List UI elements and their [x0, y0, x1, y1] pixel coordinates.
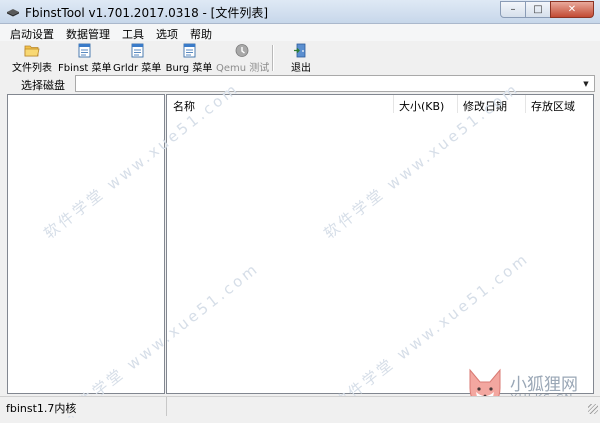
minimize-icon: – — [510, 4, 516, 15]
status-text: fbinst1.7内核 — [6, 402, 77, 415]
fbinst-menu-button[interactable]: Fbinst 菜单 — [58, 43, 112, 74]
menu-tools[interactable]: 工具 — [116, 24, 150, 41]
window-controls: – □ ✕ — [500, 1, 594, 19]
file-list-button[interactable]: 文件列表 — [9, 43, 55, 74]
menu-doc-icon — [131, 43, 144, 58]
close-icon: ✕ — [567, 4, 577, 15]
column-divider[interactable] — [525, 95, 526, 113]
file-list-header: 名称 大小(KB) 修改日期 存放区域 — [167, 95, 593, 113]
status-bar: fbinst1.7内核 — [0, 396, 600, 416]
menu-doc-icon — [78, 43, 91, 58]
minimize-button[interactable]: – — [500, 1, 526, 18]
app-window: FbinstTool v1.701.2017.0318 - [文件列表] – □… — [0, 0, 600, 423]
file-list-label: 文件列表 — [12, 63, 52, 74]
qemu-test-label: Qemu 测试 — [216, 63, 270, 74]
menu-help[interactable]: 帮助 — [184, 24, 218, 41]
column-header-modified[interactable]: 修改日期 — [463, 98, 507, 114]
menu-boot-settings[interactable]: 启动设置 — [0, 24, 60, 41]
toolbar: 文件列表 Fbinst 菜单 Grldr 菜单 Burg 菜单 Qemu 测试 … — [0, 41, 600, 75]
burg-menu-button[interactable]: Burg 菜单 — [165, 43, 213, 74]
maximize-button[interactable]: □ — [525, 1, 551, 18]
column-divider[interactable] — [457, 95, 458, 113]
fbinst-menu-label: Fbinst 菜单 — [58, 63, 112, 74]
column-header-size[interactable]: 大小(KB) — [399, 98, 444, 114]
title-bar[interactable]: FbinstTool v1.701.2017.0318 - [文件列表] – □… — [0, 0, 600, 24]
menu-bar: 启动设置 数据管理 工具 选项 帮助 — [0, 24, 600, 41]
grldr-menu-label: Grldr 菜单 — [113, 63, 162, 74]
qemu-test-button[interactable]: Qemu 测试 — [216, 43, 270, 74]
burg-menu-label: Burg 菜单 — [165, 63, 213, 74]
menu-options[interactable]: 选项 — [150, 24, 184, 41]
resize-grip-icon[interactable] — [588, 404, 598, 414]
menu-data-management[interactable]: 数据管理 — [60, 24, 116, 41]
window-title: FbinstTool v1.701.2017.0318 - [文件列表] — [25, 6, 269, 20]
disk-tree-pane[interactable] — [7, 94, 165, 394]
exit-button[interactable]: 退出 — [286, 43, 316, 74]
column-header-name[interactable]: 名称 — [173, 98, 195, 114]
column-header-storage-area[interactable]: 存放区域 — [531, 98, 575, 114]
maximize-icon: □ — [533, 4, 543, 15]
toolbar-separator — [272, 45, 274, 71]
folder-icon — [24, 45, 40, 57]
qemu-icon — [235, 44, 249, 57]
disk-select[interactable]: ▼ — [75, 75, 595, 92]
app-icon — [7, 9, 19, 17]
grldr-menu-button[interactable]: Grldr 菜单 — [113, 43, 162, 74]
exit-label: 退出 — [291, 63, 311, 74]
exit-door-icon — [294, 43, 306, 58]
file-list-pane[interactable]: 名称 大小(KB) 修改日期 存放区域 — [166, 94, 594, 394]
disk-selector-row: 选择磁盘 ▼ — [0, 75, 600, 94]
column-divider[interactable] — [393, 95, 394, 113]
disk-label: 选择磁盘 — [21, 79, 65, 92]
chevron-down-icon[interactable]: ▼ — [578, 76, 594, 91]
close-button[interactable]: ✕ — [550, 1, 594, 18]
status-panel: fbinst1.7内核 — [0, 397, 167, 416]
menu-doc-icon — [183, 43, 196, 58]
